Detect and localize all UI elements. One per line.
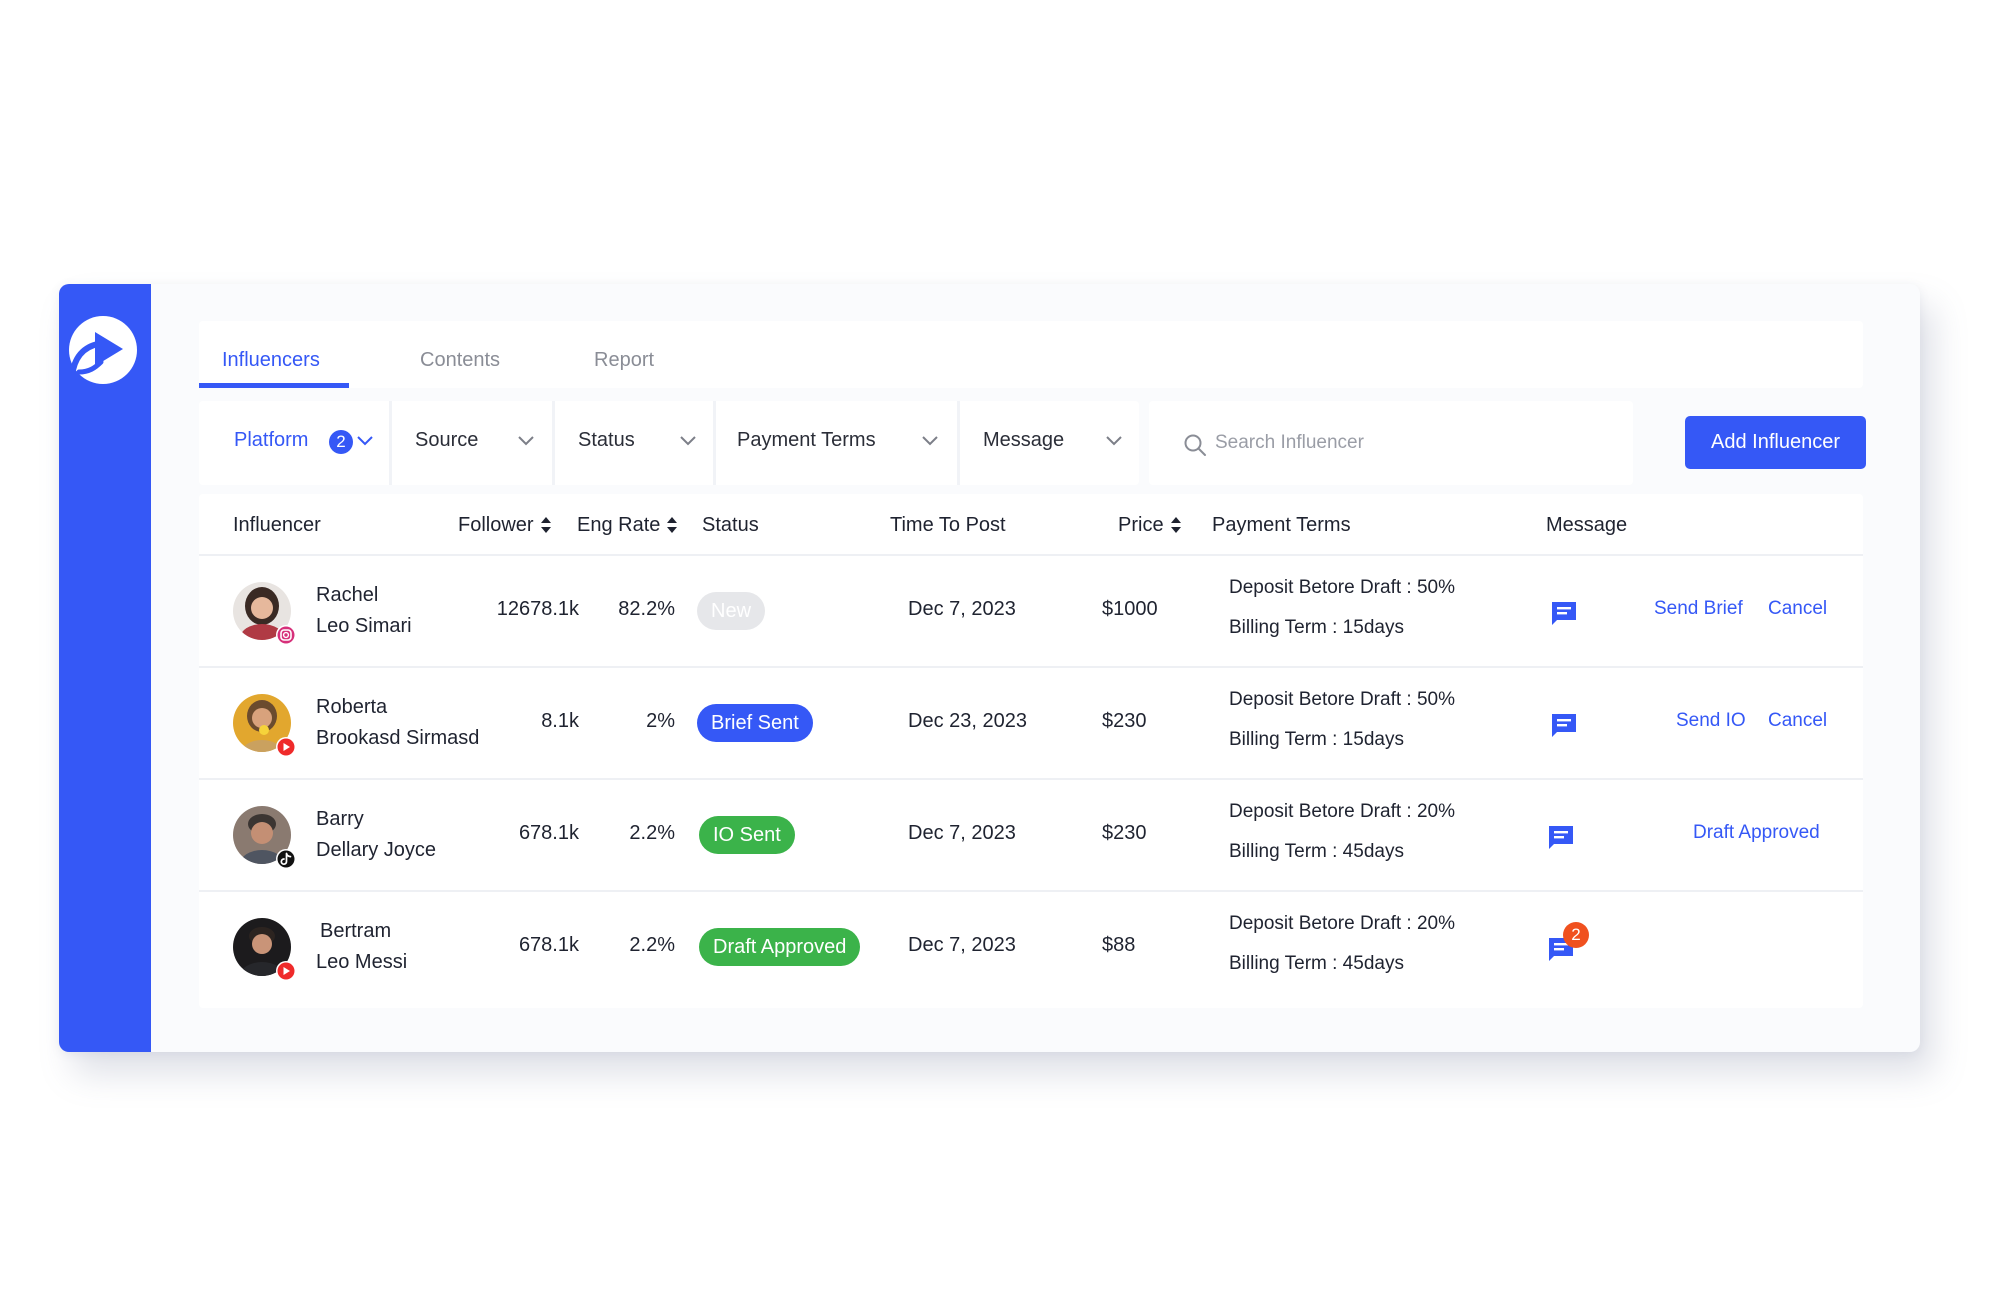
deposit-term: Deposit Betore Draft : 20% [1229, 801, 1455, 822]
follower-count: 8.1k [541, 710, 579, 732]
chevron-down-icon [922, 436, 938, 446]
status-badge: New [697, 592, 766, 630]
table-row[interactable]: Barry Dellary Joyce 678.1k 2.2% IO Sent … [199, 780, 1863, 890]
youtube-icon [276, 961, 296, 981]
platform-filter-label: Platform [234, 429, 309, 451]
deposit-term: Deposit Betore Draft : 50% [1229, 577, 1455, 598]
price: $230 [1102, 822, 1147, 844]
payment-terms-filter[interactable]: Payment Terms [716, 401, 957, 485]
brand-logo-icon[interactable] [65, 312, 141, 388]
youtube-icon [276, 737, 296, 757]
instagram-icon [276, 625, 296, 645]
chevron-down-icon [357, 436, 373, 446]
price: $1000 [1102, 598, 1158, 620]
chevron-down-icon [1106, 436, 1122, 446]
tab-bar: Influencers Contents Report [199, 321, 1863, 388]
eng-rate: 82.2% [618, 598, 675, 620]
message-filter[interactable]: Message [960, 401, 1139, 485]
column-header-follower-label: Follower [458, 514, 534, 536]
status-badge: Brief Sent [697, 704, 813, 742]
column-header-follower[interactable]: Follower [458, 514, 552, 537]
message-filter-label: Message [983, 429, 1065, 451]
app-window: Influencers Contents Report Platform 2 S… [59, 284, 1920, 1052]
tab-influencers[interactable]: Influencers [222, 349, 320, 372]
billing-term: Billing Term : 15days [1229, 729, 1404, 750]
status-filter-label: Status [578, 429, 635, 451]
deposit-term: Deposit Betore Draft : 50% [1229, 689, 1455, 710]
price: $230 [1102, 710, 1147, 732]
column-header-time-to-post: Time To Post [890, 514, 1006, 536]
source-filter-label: Source [415, 429, 479, 451]
payment-terms-filter-label: Payment Terms [737, 429, 876, 451]
sort-icon[interactable] [540, 516, 552, 534]
time-to-post: Dec 7, 2023 [908, 598, 1016, 620]
status-badge: Draft Approved [699, 928, 861, 966]
send-io-link[interactable]: Send IO [1676, 710, 1746, 732]
search-icon [1184, 434, 1206, 456]
time-to-post: Dec 7, 2023 [908, 822, 1016, 844]
column-header-message: Message [1546, 514, 1628, 536]
filter-bar: Platform 2 Source Status Payment Terms M… [199, 401, 1139, 485]
influencer-first-name: Bertram [320, 920, 392, 942]
platform-filter[interactable]: Platform 2 [199, 401, 389, 485]
platform-filter-count-badge: 2 [329, 430, 353, 454]
table-row[interactable]: Rachel Leo Simari 12678.1k 82.2% New Dec… [199, 556, 1863, 666]
send-brief-link[interactable]: Send Brief [1654, 598, 1743, 620]
billing-term: Billing Term : 45days [1229, 841, 1404, 862]
column-header-eng-rate-label: Eng Rate [577, 514, 661, 536]
message-icon[interactable] [1550, 712, 1578, 738]
table-row[interactable]: Bertram Leo Messi 678.1k 2.2% Draft Appr… [199, 892, 1863, 1002]
billing-term: Billing Term : 45days [1229, 953, 1404, 974]
follower-count: 678.1k [518, 822, 579, 844]
cancel-link[interactable]: Cancel [1768, 598, 1827, 620]
add-influencer-button[interactable]: Add Influencer [1685, 416, 1866, 469]
column-header-status: Status [702, 514, 759, 536]
search-input[interactable] [1215, 423, 1615, 463]
follower-count: 12678.1k [496, 598, 579, 620]
tiktok-icon [276, 849, 296, 869]
status-filter[interactable]: Status [555, 401, 713, 485]
column-header-payment-terms: Payment Terms [1212, 514, 1351, 536]
eng-rate: 2.2% [629, 822, 675, 844]
influencer-table: Influencer Follower Eng Rate Status Time… [199, 494, 1863, 1008]
column-header-influencer: Influencer [233, 514, 321, 536]
chevron-down-icon [518, 436, 534, 446]
price: $88 [1102, 934, 1136, 956]
column-header-price-label: Price [1118, 514, 1164, 536]
active-tab-indicator [199, 383, 349, 388]
cancel-link[interactable]: Cancel [1768, 710, 1827, 732]
column-header-price[interactable]: Price [1118, 514, 1182, 537]
source-filter[interactable]: Source [392, 401, 552, 485]
influencer-last-name: Leo Messi [316, 951, 408, 973]
status-badge: IO Sent [699, 816, 795, 854]
chevron-down-icon [680, 436, 696, 446]
deposit-term: Deposit Betore Draft : 20% [1229, 913, 1455, 934]
tab-report[interactable]: Report [594, 349, 654, 372]
influencer-last-name: Dellary Joyce [316, 839, 437, 861]
unread-message-count-badge: 2 [1563, 922, 1589, 948]
influencer-first-name: Roberta [316, 696, 388, 718]
time-to-post: Dec 23, 2023 [908, 710, 1027, 732]
sort-icon[interactable] [1170, 516, 1182, 534]
influencer-first-name: Barry [316, 808, 364, 830]
tab-contents[interactable]: Contents [420, 349, 500, 372]
eng-rate: 2.2% [629, 934, 675, 956]
message-icon[interactable] [1547, 824, 1575, 850]
column-header-eng-rate[interactable]: Eng Rate [577, 514, 678, 537]
side-rail [59, 284, 151, 1052]
search-box [1149, 401, 1633, 485]
sort-icon[interactable] [666, 516, 678, 534]
eng-rate: 2% [646, 710, 675, 732]
message-icon[interactable] [1550, 600, 1578, 626]
billing-term: Billing Term : 15days [1229, 617, 1404, 638]
follower-count: 678.1k [518, 934, 579, 956]
influencer-first-name: Rachel [316, 584, 379, 606]
time-to-post: Dec 7, 2023 [908, 934, 1016, 956]
table-row[interactable]: Roberta Brookasd Sirmasd 8.1k 2% Brief S… [199, 668, 1863, 778]
influencer-last-name: Leo Simari [316, 615, 412, 637]
draft-approved-link[interactable]: Draft Approved [1693, 822, 1820, 844]
